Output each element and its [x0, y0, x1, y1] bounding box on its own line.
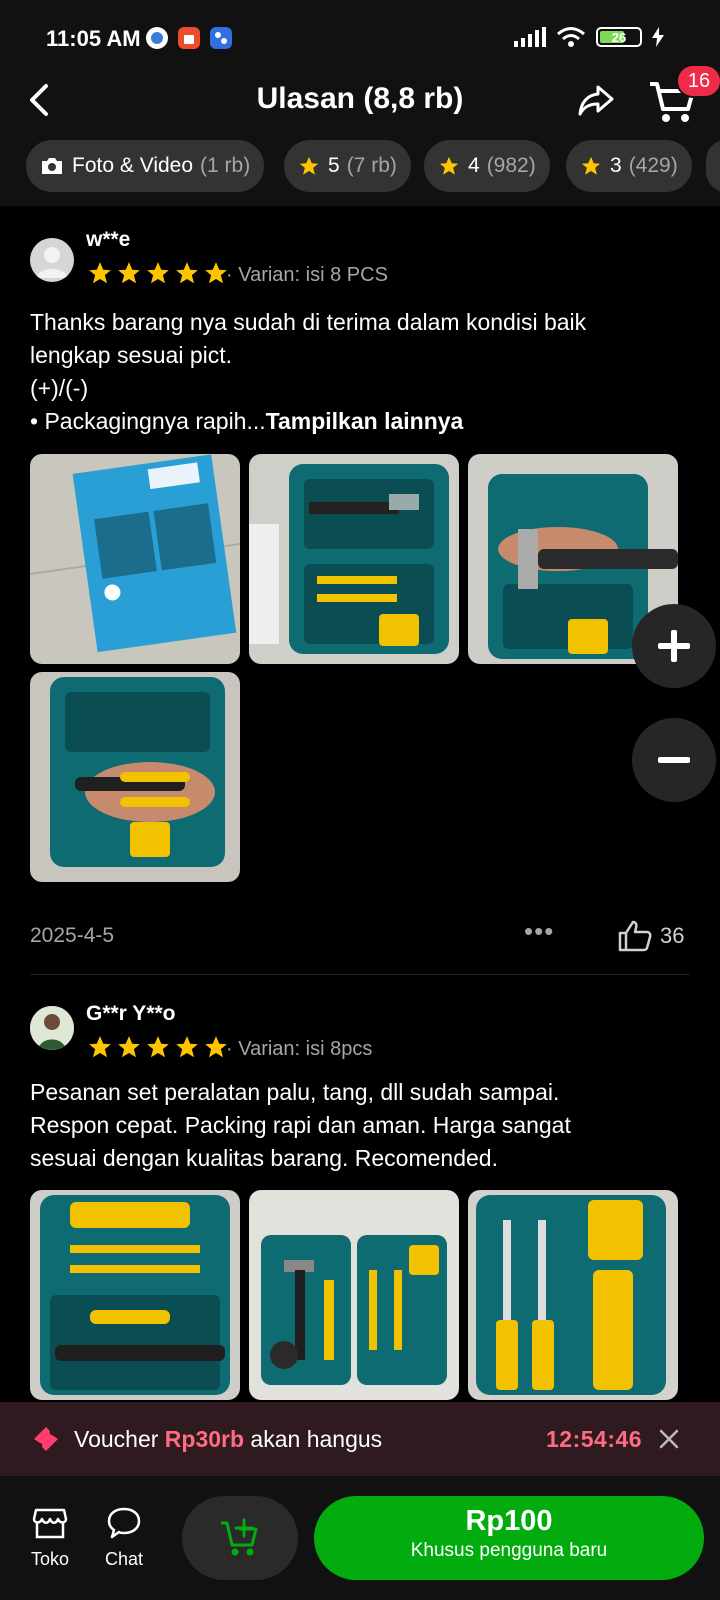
- more-options-icon[interactable]: •••: [524, 916, 554, 947]
- review-photo[interactable]: [249, 454, 459, 664]
- zoom-out-button[interactable]: [632, 718, 716, 802]
- add-to-cart-button[interactable]: [182, 1496, 298, 1580]
- filter-chip-more[interactable]: [706, 140, 720, 192]
- review-text-line: sesuai dengan kualitas barang. Recomende…: [30, 1145, 498, 1171]
- add-cart-icon: [221, 1518, 258, 1556]
- voucher-prefix: Voucher: [74, 1425, 165, 1452]
- review-item: w**e · Varian: isi 8 PCS Thanks barang n…: [30, 228, 690, 952]
- like-button[interactable]: 36: [618, 920, 684, 952]
- star-icon: [147, 1036, 169, 1058]
- star-icon: [176, 262, 198, 284]
- filter-chip-5-star[interactable]: 5 (7 rb): [284, 140, 411, 192]
- review-divider: [30, 974, 690, 975]
- buy-subtitle: Khusus pengguna baru: [410, 1540, 608, 1561]
- shop-button[interactable]: Toko: [20, 1506, 80, 1570]
- signal-icon: [514, 27, 546, 47]
- notification-app-icon: [146, 27, 168, 49]
- thumbs-up-icon: [618, 920, 652, 952]
- share-button[interactable]: [576, 80, 616, 120]
- review-filter-bar[interactable]: Foto & Video (1 rb) 5 (7 rb) 4 (982) 3 (…: [0, 140, 720, 206]
- review-date: 2025-4-5: [30, 924, 115, 947]
- review-text-line: Pesanan set peralatan palu, tang, dll su…: [30, 1079, 560, 1105]
- close-icon[interactable]: [658, 1428, 680, 1450]
- filter-chip-label: Foto & Video: [72, 154, 194, 177]
- review-photo[interactable]: [249, 1190, 459, 1400]
- store-icon: [32, 1508, 68, 1539]
- reviewer-avatar[interactable]: [30, 238, 74, 282]
- variant-label: · Varian: isi 8pcs: [226, 1038, 373, 1060]
- review-photo[interactable]: [30, 672, 240, 882]
- star-icon: [89, 1036, 111, 1058]
- chat-bubble-icon: [107, 1507, 141, 1539]
- camera-icon: [40, 156, 64, 176]
- reviewer-name: G**r Y**o: [86, 1002, 176, 1025]
- shop-label: Toko: [30, 1549, 70, 1569]
- chat-button[interactable]: Chat: [94, 1506, 154, 1570]
- voucher-ticket-icon: [34, 1427, 58, 1451]
- star-icon: [118, 1036, 140, 1058]
- star-icon: [89, 262, 111, 284]
- review-photo[interactable]: [30, 1190, 240, 1400]
- minus-icon: [658, 757, 690, 763]
- review-item: G**r Y**o · Varian: isi 8pcs Pesanan set…: [30, 1000, 690, 1400]
- review-text[interactable]: Thanks barang nya sudah di terima dalam …: [30, 306, 690, 438]
- review-photo[interactable]: [30, 454, 240, 664]
- star-icon: [438, 155, 460, 177]
- charging-icon: [652, 27, 664, 47]
- review-text-line: (+)/(-): [30, 375, 89, 401]
- cart-count-badge: 16: [676, 64, 720, 98]
- review-text-line: • Packagingnya rapih...: [30, 408, 266, 434]
- filter-chip-label: 5: [328, 154, 340, 177]
- review-text-line: Respon cepat. Packing rapi dan aman. Har…: [30, 1112, 571, 1138]
- chat-label: Chat: [104, 1549, 144, 1569]
- app-notification-icon: [210, 27, 232, 49]
- shopee-notification-icon: [178, 27, 200, 49]
- star-icon: [147, 262, 169, 284]
- star-icon: [298, 155, 320, 177]
- filter-chip-count: (7 rb): [346, 154, 397, 177]
- review-photo[interactable]: [468, 1190, 678, 1400]
- status-time: 11:05 AM: [46, 26, 141, 51]
- star-icon: [118, 262, 140, 284]
- star-icon: [176, 1036, 198, 1058]
- default-avatar-icon: [36, 247, 68, 278]
- wifi-icon: [557, 27, 585, 47]
- review-text-line: lengkap sesuai pict.: [30, 342, 233, 368]
- rating-stars: [86, 260, 230, 286]
- voucher-text: Voucher Rp30rb akan hangus: [74, 1426, 382, 1453]
- plus-icon: [658, 630, 690, 662]
- variant-label: · Varian: isi 8 PCS: [226, 264, 388, 286]
- review-text[interactable]: Pesanan set peralatan palu, tang, dll su…: [30, 1076, 690, 1175]
- reviewer-name: w**e: [86, 228, 131, 251]
- filter-chip-label: 4: [468, 154, 480, 177]
- zoom-in-button[interactable]: [632, 604, 716, 688]
- star-icon: [580, 155, 602, 177]
- filter-chip-3-star[interactable]: 3 (429): [566, 140, 692, 192]
- voucher-banner[interactable]: Voucher Rp30rb akan hangus 12:54:46: [0, 1402, 720, 1476]
- like-count: 36: [660, 923, 685, 948]
- reviewer-photo-icon: [30, 1006, 74, 1050]
- buy-now-button[interactable]: Rp100 Khusus pengguna baru: [314, 1496, 704, 1580]
- filter-chip-label: 3: [610, 154, 622, 177]
- battery-icon: 26: [596, 27, 642, 47]
- rating-stars: [86, 1034, 230, 1060]
- filter-chip-count: (982): [486, 154, 536, 177]
- filter-chip-photo-video[interactable]: Foto & Video (1 rb): [26, 140, 265, 192]
- show-more-link[interactable]: Tampilkan lainnya: [266, 408, 464, 434]
- header: Ulasan (8,8 rb) 16: [0, 60, 720, 140]
- status-indicators: 26: [514, 26, 664, 48]
- status-bar: 11:05 AM 26: [0, 0, 720, 60]
- voucher-countdown: 12:54:46: [546, 1425, 643, 1452]
- filter-chip-count: (429): [628, 154, 678, 177]
- filter-chip-count: (1 rb): [200, 154, 251, 177]
- reviewer-avatar[interactable]: [30, 1006, 74, 1050]
- voucher-suffix: akan hangus: [244, 1425, 383, 1452]
- bottom-action-bar: Toko Chat Rp100 Khusus pengguna baru: [0, 1476, 720, 1600]
- buy-price: Rp100: [465, 1505, 553, 1537]
- voucher-amount: Rp30rb: [164, 1425, 245, 1452]
- review-text-line: Thanks barang nya sudah di terima dalam …: [30, 309, 587, 335]
- filter-chip-4-star[interactable]: 4 (982): [424, 140, 550, 192]
- share-icon: [578, 85, 614, 116]
